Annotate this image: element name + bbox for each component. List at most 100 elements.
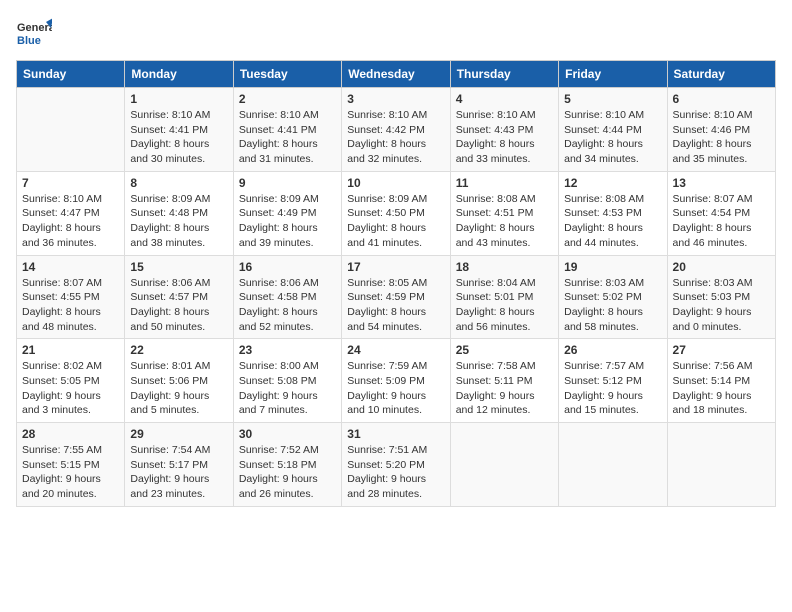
week-row-3: 14 Sunrise: 8:07 AMSunset: 4:55 PMDayligh… — [17, 255, 776, 339]
calendar-cell: 16 Sunrise: 8:06 AMSunset: 4:58 PMDayligh… — [233, 255, 341, 339]
day-info: Sunrise: 8:08 AMSunset: 4:51 PMDaylight:… — [456, 192, 553, 251]
header-saturday: Saturday — [667, 61, 775, 88]
calendar-cell: 24Sunrise: 7:59 AMSunset: 5:09 PMDayligh… — [342, 339, 450, 423]
day-number: 16 — [239, 260, 336, 274]
day-number: 6 — [673, 92, 770, 106]
calendar-header: SundayMondayTuesdayWednesdayThursdayFrid… — [17, 61, 776, 88]
day-info: Sunrise: 8:10 AMSunset: 4:47 PMDaylight:… — [22, 192, 119, 251]
day-number: 28 — [22, 427, 119, 441]
day-number: 19 — [564, 260, 661, 274]
week-row-2: 7 Sunrise: 8:10 AMSunset: 4:47 PMDaylight… — [17, 171, 776, 255]
calendar-cell — [559, 423, 667, 507]
calendar-cell: 29Sunrise: 7:54 AMSunset: 5:17 PMDayligh… — [125, 423, 233, 507]
day-number: 2 — [239, 92, 336, 106]
day-info: Sunrise: 8:00 AMSunset: 5:08 PMDaylight:… — [239, 359, 336, 418]
calendar-cell: 13Sunrise: 8:07 AMSunset: 4:54 PMDayligh… — [667, 171, 775, 255]
day-info: Sunrise: 7:57 AMSunset: 5:12 PMDaylight:… — [564, 359, 661, 418]
calendar-cell: 4Sunrise: 8:10 AMSunset: 4:43 PMDaylight… — [450, 88, 558, 172]
day-info: Sunrise: 8:10 AMSunset: 4:43 PMDaylight:… — [456, 108, 553, 167]
day-number: 30 — [239, 427, 336, 441]
day-number: 7 — [22, 176, 119, 190]
week-row-5: 28 Sunrise: 7:55 AMSunset: 5:15 PMDayligh… — [17, 423, 776, 507]
calendar-cell: 2 Sunrise: 8:10 AMSunset: 4:41 PMDaylight… — [233, 88, 341, 172]
day-number: 24 — [347, 343, 444, 357]
calendar-cell: 8 Sunrise: 8:09 AMSunset: 4:48 PMDaylight… — [125, 171, 233, 255]
header: General Blue — [16, 16, 776, 52]
day-number: 31 — [347, 427, 444, 441]
day-number: 11 — [456, 176, 553, 190]
day-number: 20 — [673, 260, 770, 274]
day-info: Sunrise: 7:55 AMSunset: 5:15 PMDaylight:… — [22, 443, 119, 502]
day-number: 8 — [130, 176, 227, 190]
day-number: 17 — [347, 260, 444, 274]
day-info: Sunrise: 7:54 AMSunset: 5:17 PMDaylight:… — [130, 443, 227, 502]
calendar-cell: 18 Sunrise: 8:04 AMSunset: 5:01 PMDayligh… — [450, 255, 558, 339]
day-info: Sunrise: 7:51 AMSunset: 5:20 PMDaylight:… — [347, 443, 444, 502]
header-monday: Monday — [125, 61, 233, 88]
header-friday: Friday — [559, 61, 667, 88]
day-info: Sunrise: 8:07 AMSunset: 4:55 PMDaylight:… — [22, 276, 119, 335]
day-info: Sunrise: 8:06 AMSunset: 4:58 PMDaylight:… — [239, 276, 336, 335]
day-info: Sunrise: 8:10 AMSunset: 4:42 PMDaylight:… — [347, 108, 444, 167]
day-info: Sunrise: 8:09 AMSunset: 4:50 PMDaylight:… — [347, 192, 444, 251]
day-number: 25 — [456, 343, 553, 357]
day-info: Sunrise: 8:01 AMSunset: 5:06 PMDaylight:… — [130, 359, 227, 418]
logo-svg: General Blue — [16, 16, 52, 52]
logo: General Blue — [16, 16, 52, 52]
day-info: Sunrise: 8:09 AMSunset: 4:49 PMDaylight:… — [239, 192, 336, 251]
header-thursday: Thursday — [450, 61, 558, 88]
header-tuesday: Tuesday — [233, 61, 341, 88]
week-row-1: 1Sunrise: 8:10 AMSunset: 4:41 PMDaylight… — [17, 88, 776, 172]
day-info: Sunrise: 8:10 AMSunset: 4:44 PMDaylight:… — [564, 108, 661, 167]
calendar-cell: 3 Sunrise: 8:10 AMSunset: 4:42 PMDaylight… — [342, 88, 450, 172]
calendar-cell: 31 Sunrise: 7:51 AMSunset: 5:20 PMDayligh… — [342, 423, 450, 507]
day-number: 21 — [22, 343, 119, 357]
calendar-cell: 28 Sunrise: 7:55 AMSunset: 5:15 PMDayligh… — [17, 423, 125, 507]
day-info: Sunrise: 7:52 AMSunset: 5:18 PMDaylight:… — [239, 443, 336, 502]
day-info: Sunrise: 8:07 AMSunset: 4:54 PMDaylight:… — [673, 192, 770, 251]
calendar-cell: 5 Sunrise: 8:10 AMSunset: 4:44 PMDaylight… — [559, 88, 667, 172]
calendar-cell: 26 Sunrise: 7:57 AMSunset: 5:12 PMDayligh… — [559, 339, 667, 423]
calendar-cell: 10 Sunrise: 8:09 AMSunset: 4:50 PMDayligh… — [342, 171, 450, 255]
calendar-cell: 9 Sunrise: 8:09 AMSunset: 4:49 PMDaylight… — [233, 171, 341, 255]
calendar-cell: 23 Sunrise: 8:00 AMSunset: 5:08 PMDayligh… — [233, 339, 341, 423]
calendar-cell: 30 Sunrise: 7:52 AMSunset: 5:18 PMDayligh… — [233, 423, 341, 507]
day-number: 10 — [347, 176, 444, 190]
day-number: 14 — [22, 260, 119, 274]
day-number: 23 — [239, 343, 336, 357]
header-sunday: Sunday — [17, 61, 125, 88]
day-number: 5 — [564, 92, 661, 106]
day-info: Sunrise: 8:10 AMSunset: 4:41 PMDaylight:… — [239, 108, 336, 167]
header-wednesday: Wednesday — [342, 61, 450, 88]
day-info: Sunrise: 8:09 AMSunset: 4:48 PMDaylight:… — [130, 192, 227, 251]
day-info: Sunrise: 8:10 AMSunset: 4:46 PMDaylight:… — [673, 108, 770, 167]
calendar-cell: 15Sunrise: 8:06 AMSunset: 4:57 PMDayligh… — [125, 255, 233, 339]
day-number: 9 — [239, 176, 336, 190]
calendar-cell — [667, 423, 775, 507]
day-number: 22 — [130, 343, 227, 357]
day-number: 27 — [673, 343, 770, 357]
day-info: Sunrise: 8:10 AMSunset: 4:41 PMDaylight:… — [130, 108, 227, 167]
svg-text:General: General — [17, 22, 52, 34]
calendar-cell: 7 Sunrise: 8:10 AMSunset: 4:47 PMDaylight… — [17, 171, 125, 255]
day-number: 26 — [564, 343, 661, 357]
calendar-cell: 1Sunrise: 8:10 AMSunset: 4:41 PMDaylight… — [125, 88, 233, 172]
day-info: Sunrise: 8:08 AMSunset: 4:53 PMDaylight:… — [564, 192, 661, 251]
calendar-table: SundayMondayTuesdayWednesdayThursdayFrid… — [16, 60, 776, 507]
day-info: Sunrise: 7:58 AMSunset: 5:11 PMDaylight:… — [456, 359, 553, 418]
day-info: Sunrise: 8:06 AMSunset: 4:57 PMDaylight:… — [130, 276, 227, 335]
calendar-cell: 11 Sunrise: 8:08 AMSunset: 4:51 PMDayligh… — [450, 171, 558, 255]
day-info: Sunrise: 8:05 AMSunset: 4:59 PMDaylight:… — [347, 276, 444, 335]
calendar-cell: 12 Sunrise: 8:08 AMSunset: 4:53 PMDayligh… — [559, 171, 667, 255]
day-number: 18 — [456, 260, 553, 274]
week-row-4: 21Sunrise: 8:02 AMSunset: 5:05 PMDayligh… — [17, 339, 776, 423]
calendar-cell: 19 Sunrise: 8:03 AMSunset: 5:02 PMDayligh… — [559, 255, 667, 339]
day-info: Sunrise: 8:03 AMSunset: 5:03 PMDaylight:… — [673, 276, 770, 335]
day-info: Sunrise: 8:03 AMSunset: 5:02 PMDaylight:… — [564, 276, 661, 335]
day-number: 12 — [564, 176, 661, 190]
calendar-cell: 17 Sunrise: 8:05 AMSunset: 4:59 PMDayligh… — [342, 255, 450, 339]
day-info: Sunrise: 8:04 AMSunset: 5:01 PMDaylight:… — [456, 276, 553, 335]
calendar-cell: 27Sunrise: 7:56 AMSunset: 5:14 PMDayligh… — [667, 339, 775, 423]
day-number: 3 — [347, 92, 444, 106]
calendar-cell: 6 Sunrise: 8:10 AMSunset: 4:46 PMDaylight… — [667, 88, 775, 172]
